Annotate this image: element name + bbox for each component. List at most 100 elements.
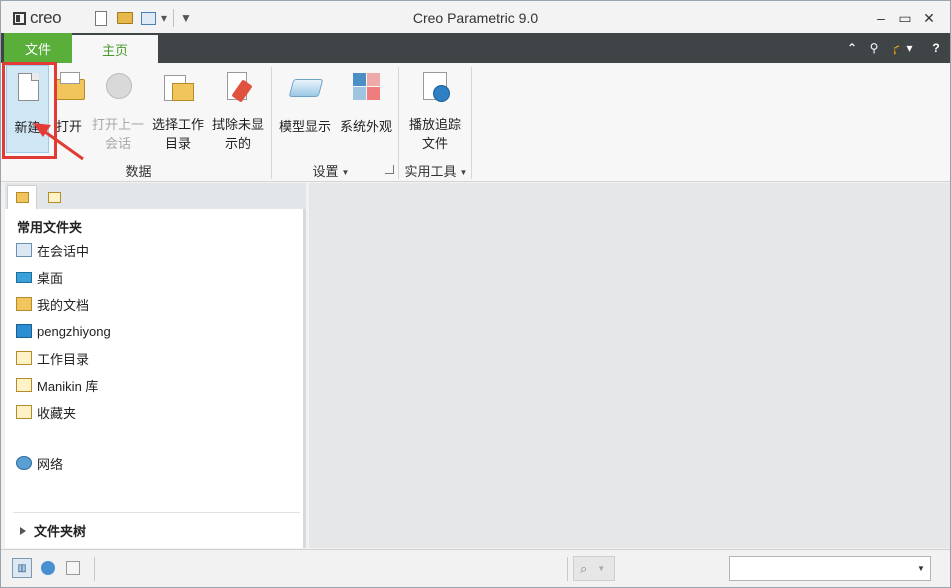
working-directory-icon [162,71,194,101]
customize-toolbar-button[interactable]: ▼ [178,8,194,28]
annotation-arrow [33,123,84,161]
utilities-group-label: 实用工具 [404,164,457,179]
expand-triangle-icon [20,526,26,535]
navigator-tabs [5,183,306,209]
nav-item-favorites[interactable]: 收藏夹 [16,402,76,422]
ribbon-tab-bar: 文件 主页 ⌃ ⚲ 🎓▾ ? [1,33,950,63]
minimize-button[interactable]: – [869,7,893,29]
customize-arrow-icon: ▼ [180,11,192,25]
tab-file[interactable]: 文件 [4,33,72,63]
status-separator [567,557,568,581]
open-last-session-button[interactable]: 打开上一 会话 [89,65,147,153]
select-working-directory-label: 选择工作 目录 [152,115,204,153]
system-appearance-icon [350,71,382,103]
minimize-icon: – [877,10,885,26]
nav-item-in-session[interactable]: 在会话中 [16,240,89,260]
status-separator [94,557,95,581]
nav-item-my-documents[interactable]: 我的文档 [16,294,89,314]
chevron-down-icon: ▼ [917,564,925,573]
system-appearance-button[interactable]: 系统外观 [337,65,395,153]
settings-dialog-launcher-icon[interactable] [385,165,394,174]
session-monitor-icon [16,243,32,257]
model-display-icon [288,71,324,103]
play-trail-line1: 播放追踪 [408,117,461,132]
nav-item-computer[interactable]: pengzhiyong [16,321,111,341]
open-last-session-line1: 打开上一 [91,117,144,132]
close-button[interactable]: ✕ [917,7,941,29]
nav-item-label: 收藏夹 [37,405,77,421]
windows-icon [140,11,156,25]
caret-down-icon: ▼ [459,168,468,178]
play-trail-file-button[interactable]: 播放追踪 文件 [404,65,466,153]
quick-windows-button[interactable] [138,8,158,28]
square-icon [66,561,80,575]
graphics-area[interactable] [309,183,950,548]
nav-item-label: 桌面 [37,270,64,286]
select-working-directory-button[interactable]: 选择工作 目录 [149,65,207,153]
system-appearance-label: 系统外观 [339,119,392,134]
erase-not-displayed-label: 拭除未显 示的 [212,115,264,153]
help-icon[interactable]: ? [928,40,944,56]
maximize-icon: ▭ [898,9,912,26]
chevron-down-icon: ▼ [597,564,606,573]
group-separator [271,67,272,179]
nav-item-label: 在会话中 [37,243,90,259]
favorites-icon [16,405,32,419]
nav-item-label: Manikin 库 [37,378,99,394]
search-icon[interactable]: ⚲ [866,40,882,56]
open-folder-icon [117,12,133,24]
folder-tree-label: 文件夹树 [34,524,87,539]
creo-logo: creo [13,8,62,27]
toggle-fullscreen-button[interactable] [63,558,83,578]
tab-folder-browser[interactable] [39,185,69,209]
nav-item-label: pengzhiyong [37,323,111,339]
binoculars-icon: ⌕ [580,560,588,576]
common-folders-title: 常用文件夹 [17,220,83,235]
nav-item-label: 网络 [37,456,64,472]
close-icon: ✕ [923,9,935,26]
quick-open-button[interactable] [114,8,136,28]
toggle-browser-button[interactable] [38,558,58,578]
network-icon [16,456,32,470]
nav-item-working-directory[interactable]: 工作目录 [16,348,89,368]
title-bar: creo ▾ ▼ Creo Parametric 9.0 – ▭ ✕ [1,1,950,33]
select-working-directory-line2: 目录 [164,136,191,151]
settings-group-label: 设置 [312,164,339,179]
tab-home[interactable]: 主页 [72,35,158,63]
quick-new-button[interactable] [91,8,111,28]
open-last-session-line2: 会话 [104,136,131,151]
toolbar-separator [173,9,174,27]
toggle-navigator-button[interactable]: ▥ [12,558,32,578]
chevron-down-icon: ▾ [160,11,168,25]
folder-tree-divider [13,512,300,513]
erase-not-displayed-button[interactable]: 拭除未显 示的 [209,65,267,153]
nav-item-label: 我的文档 [37,297,90,313]
play-trail-file-label: 播放追踪 文件 [409,115,461,153]
maximize-button[interactable]: ▭ [893,7,917,29]
nav-item-desktop[interactable]: 桌面 [16,267,63,287]
utilities-group-menu[interactable]: 实用工具 ▼ [401,161,471,180]
find-button[interactable]: ⌕ ▼ [573,556,615,581]
tab-model-tree[interactable] [7,185,37,209]
computer-icon [16,324,32,338]
open-last-session-label: 打开上一 会话 [92,115,144,153]
favorites-folder-icon [47,191,61,203]
windows-dropdown-button[interactable]: ▾ [158,8,170,28]
nav-item-network[interactable]: 网络 [16,453,63,473]
status-bar: ▥ ⌕ ▼ ▼ [1,549,950,587]
nav-item-manikin-library[interactable]: Manikin 库 [16,375,98,395]
settings-group-menu[interactable]: 设置 ▼ [301,161,361,180]
new-document-icon [95,10,107,26]
working-directory-icon [16,351,32,365]
minimize-ribbon-icon[interactable]: ⌃ [844,40,860,56]
selection-filter-dropdown[interactable]: ▼ [729,556,931,581]
play-trail-icon [419,71,451,102]
app-window: creo ▾ ▼ Creo Parametric 9.0 – ▭ ✕ 文件 主页… [0,0,951,588]
select-working-directory-line1: 选择工作 [151,117,204,132]
open-folder-icon [53,71,85,103]
eraser-icon [222,71,254,103]
model-display-button[interactable]: 模型显示 [276,65,334,153]
ribbon-panel: 新建 打开 打开上一 会话 选择工作 目录 拭除未显 示的 数据 模型显示 系统… [1,63,950,182]
folder-tree-toggle[interactable]: 文件夹树 [20,521,86,540]
learning-connector-icon[interactable]: 🎓▾ [889,40,915,56]
